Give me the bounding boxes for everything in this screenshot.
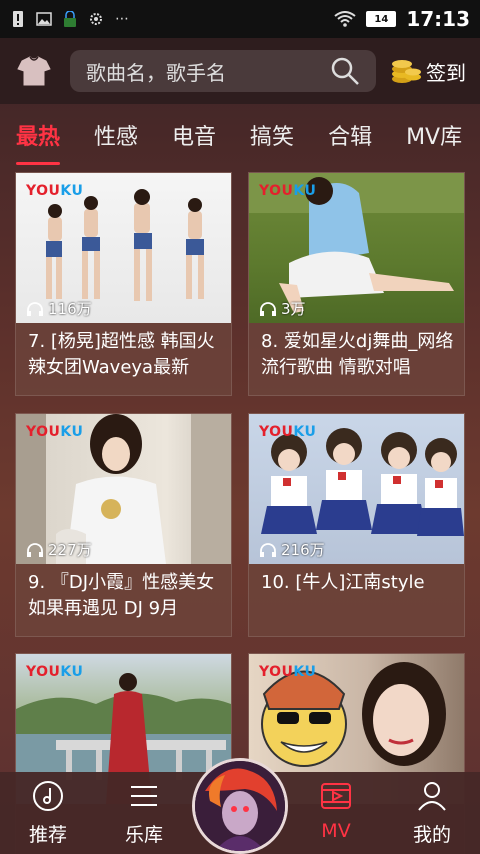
youku-logo: YOUKU bbox=[259, 183, 317, 199]
play-count: 227万 bbox=[26, 539, 92, 560]
headphones-icon bbox=[260, 542, 276, 557]
search-icon[interactable] bbox=[330, 56, 360, 86]
user-icon bbox=[418, 782, 446, 811]
nav-label: 我的 bbox=[412, 824, 451, 846]
video-card[interactable]: YOUKU 116万 7. [杨晃]超性感 韩国火辣女团Waveya最新 bbox=[15, 172, 232, 396]
headphones-icon bbox=[27, 542, 43, 557]
checkin-button[interactable]: 签到 bbox=[390, 55, 466, 87]
nav-recommend[interactable]: 推荐 bbox=[0, 772, 96, 854]
search-placeholder: 歌曲名，歌手名 bbox=[86, 60, 226, 85]
video-icon bbox=[321, 783, 351, 809]
image-icon bbox=[36, 11, 52, 27]
now-playing-button[interactable] bbox=[192, 758, 288, 854]
nav-library[interactable]: 乐库 bbox=[96, 772, 192, 854]
tab-electronic[interactable]: 电音 bbox=[172, 119, 216, 151]
youku-logo: YOUKU bbox=[26, 664, 84, 680]
youku-logo: YOUKU bbox=[259, 664, 317, 680]
play-count: 3万 bbox=[259, 298, 306, 319]
youku-logo: YOUKU bbox=[259, 424, 317, 440]
tab-mv-library[interactable]: MV库 bbox=[406, 119, 462, 151]
play-count: 216万 bbox=[259, 539, 325, 560]
video-card[interactable]: YOUKU 216万 10. [牛人]江南style bbox=[248, 413, 465, 637]
tab-collection[interactable]: 合辑 bbox=[328, 119, 372, 151]
skin-shirt-icon[interactable] bbox=[14, 51, 54, 91]
album-art-image bbox=[195, 761, 285, 851]
list-icon bbox=[131, 786, 157, 806]
wifi-icon bbox=[334, 11, 356, 27]
status-bar: ⋯ 14 17:13 bbox=[0, 0, 480, 38]
tab-sexy[interactable]: 性感 bbox=[94, 119, 138, 151]
headphones-icon bbox=[260, 301, 276, 316]
checkin-label: 签到 bbox=[426, 60, 466, 85]
coins-icon bbox=[392, 60, 421, 83]
video-thumbnail: YOUKU 116万 bbox=[16, 173, 231, 323]
nav-label: MV bbox=[321, 820, 351, 842]
youku-logo: YOUKU bbox=[26, 183, 84, 199]
search-bar[interactable]: 歌曲名，歌手名 bbox=[70, 50, 376, 92]
nav-mv[interactable]: MV bbox=[288, 772, 384, 854]
nav-label: 推荐 bbox=[28, 824, 67, 846]
battery-indicator: 14 bbox=[366, 11, 397, 27]
play-count: 116万 bbox=[26, 298, 92, 319]
video-title: 9. 『DJ小霞』性感美女 如果再遇见 DJ 9月 bbox=[28, 572, 215, 619]
video-thumbnail: YOUKU 227万 bbox=[16, 414, 231, 564]
video-title: 10. [牛人]江南style bbox=[261, 572, 425, 593]
youku-logo: YOUKU bbox=[26, 424, 84, 440]
nav-mine[interactable]: 我的 bbox=[384, 772, 480, 854]
headphones-icon bbox=[27, 301, 43, 316]
tab-hot[interactable]: 最热 bbox=[16, 119, 61, 165]
nav-label: 乐库 bbox=[124, 824, 163, 846]
more-icon: ⋯ bbox=[115, 11, 129, 27]
category-tabs: 最热 性感 电音 搞笑 合辑 MV库 bbox=[0, 104, 480, 166]
video-card[interactable]: YOUKU 3万 8. 爱如星火dj舞曲_网络流行歌曲 情歌对唱 bbox=[248, 172, 465, 396]
video-thumbnail: YOUKU 3万 bbox=[249, 173, 464, 323]
music-disc-icon bbox=[33, 781, 63, 811]
video-thumbnail: YOUKU 216万 bbox=[249, 414, 464, 564]
status-time: 17:13 bbox=[406, 7, 470, 31]
header: 歌曲名，歌手名 签到 bbox=[0, 38, 480, 104]
alert-icon bbox=[10, 11, 26, 27]
video-title: 7. [杨晃]超性感 韩国火辣女团Waveya最新 bbox=[28, 331, 215, 378]
video-title: 8. 爱如星火dj舞曲_网络流行歌曲 情歌对唱 bbox=[261, 331, 454, 378]
gear-icon bbox=[88, 11, 104, 27]
video-card[interactable]: YOUKU 227万 9. 『DJ小霞』性感美女 如果再遇见 DJ 9月 bbox=[15, 413, 232, 637]
tab-funny[interactable]: 搞笑 bbox=[250, 119, 294, 151]
lock-icon bbox=[62, 10, 78, 27]
